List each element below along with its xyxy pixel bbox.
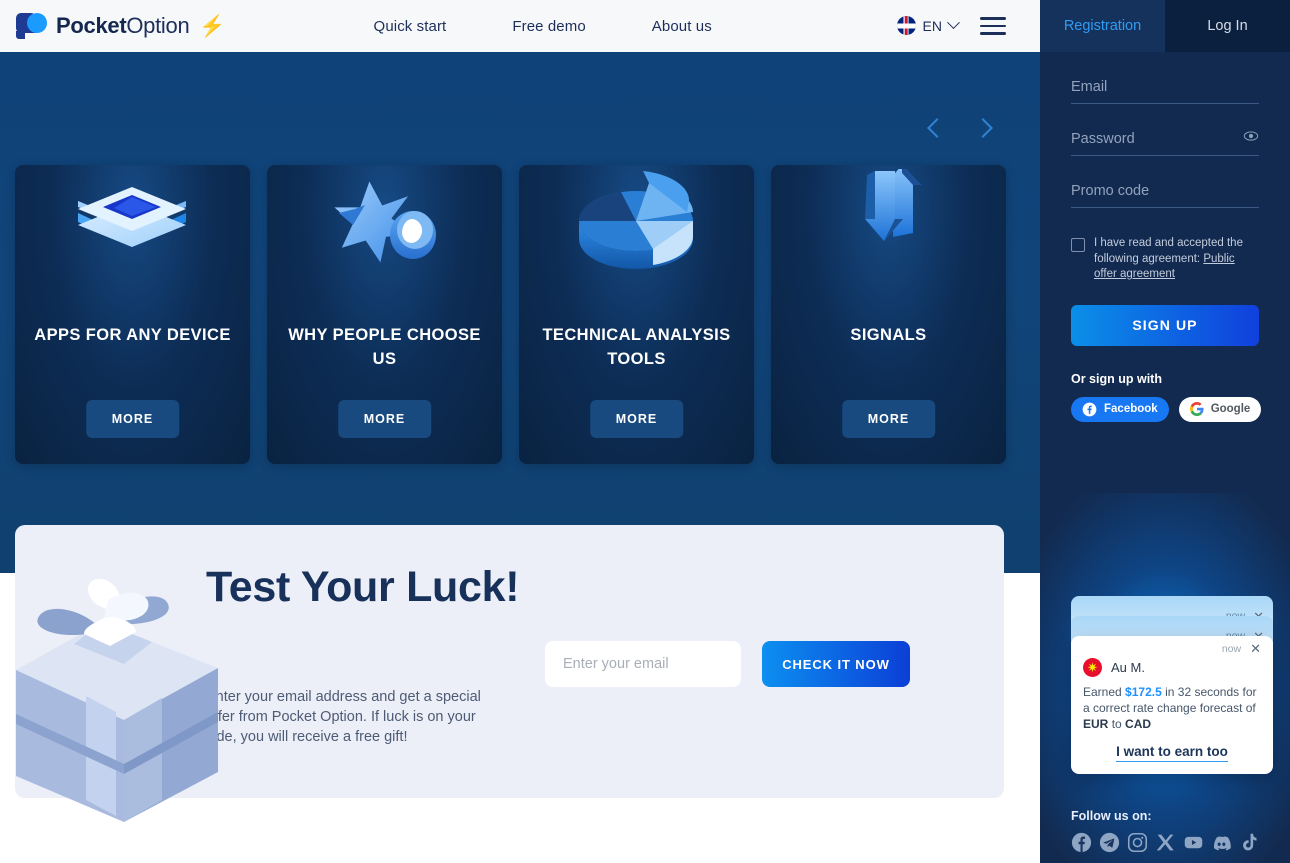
agreement-text: I have read and accepted the following a… bbox=[1094, 236, 1259, 283]
feature-card[interactable]: APPS FOR ANY DEVICE MORE bbox=[15, 165, 250, 464]
feature-card[interactable]: WHY PEOPLE CHOOSE US MORE bbox=[267, 165, 502, 464]
notification-time: now bbox=[1221, 642, 1242, 655]
gift-box-icon bbox=[16, 578, 218, 822]
brand-light-text: Option bbox=[126, 13, 190, 38]
facebook-signup-button[interactable]: Facebook bbox=[1071, 396, 1169, 422]
promo-description: Enter your email address and get a speci… bbox=[206, 689, 481, 745]
google-icon bbox=[1189, 402, 1204, 416]
page-root: PocketOption ⚡ Quick start Free demo Abo… bbox=[0, 0, 1290, 863]
social-auth-buttons: Facebook Google bbox=[1071, 396, 1262, 422]
password-field-wrapper bbox=[1071, 130, 1259, 156]
notification-currency-from: EUR bbox=[1083, 717, 1109, 731]
tab-registration[interactable]: Registration bbox=[1040, 0, 1165, 52]
star-badge-icon bbox=[334, 181, 436, 263]
hero-section: APPS FOR ANY DEVICE MORE WHY PEOPLE CHOO… bbox=[0, 52, 1040, 573]
facebook-icon bbox=[1082, 402, 1097, 416]
promo-email-input[interactable] bbox=[545, 641, 741, 687]
feature-cards: APPS FOR ANY DEVICE MORE WHY PEOPLE CHOO… bbox=[15, 165, 1006, 464]
card-title: TECHNICAL ANALYSIS TOOLS bbox=[542, 326, 731, 368]
kyrgyzstan-flag-icon bbox=[1083, 658, 1102, 677]
brand-logo[interactable]: PocketOption ⚡ bbox=[16, 12, 226, 40]
email-field-wrapper bbox=[1071, 78, 1259, 104]
pocket-option-logo-icon bbox=[16, 12, 47, 40]
instagram-icon[interactable] bbox=[1127, 832, 1148, 853]
follow-us-section: Follow us on: bbox=[1071, 809, 1281, 853]
nav-item-about-us[interactable]: About us bbox=[652, 18, 712, 35]
i-want-to-earn-too-link[interactable]: I want to earn too bbox=[1116, 744, 1228, 762]
carousel-controls bbox=[922, 114, 998, 142]
card-title: APPS FOR ANY DEVICE bbox=[34, 326, 231, 344]
up-down-arrows-icon bbox=[865, 169, 921, 241]
notification-header: now ✕ bbox=[1083, 642, 1261, 655]
chevron-down-icon bbox=[947, 16, 960, 30]
close-icon[interactable]: ✕ bbox=[1250, 642, 1261, 655]
card-more-button[interactable]: MORE bbox=[589, 400, 684, 438]
nav-item-quick-start[interactable]: Quick start bbox=[374, 18, 447, 35]
brand-bold-text: Pocket bbox=[56, 13, 127, 38]
language-selector[interactable]: EN bbox=[896, 16, 960, 36]
pie-chart-icon bbox=[578, 171, 693, 269]
promo-code-field-wrapper bbox=[1071, 182, 1259, 208]
email-input[interactable] bbox=[1071, 79, 1259, 104]
chevron-right-icon[interactable] bbox=[970, 114, 998, 142]
x-twitter-icon[interactable] bbox=[1155, 832, 1176, 853]
youtube-icon[interactable] bbox=[1183, 832, 1204, 853]
promo-code-input[interactable] bbox=[1071, 183, 1259, 208]
discord-icon[interactable] bbox=[1211, 832, 1232, 853]
site-header: PocketOption ⚡ Quick start Free demo Abo… bbox=[0, 0, 1040, 52]
card-title: SIGNALS bbox=[850, 326, 927, 344]
facebook-icon[interactable] bbox=[1071, 832, 1092, 853]
auth-tabs: Registration Log In bbox=[1040, 0, 1290, 52]
notification-to-word: to bbox=[1111, 717, 1122, 731]
brand-wordmark: PocketOption bbox=[56, 13, 190, 39]
main-navigation: Quick start Free demo About us bbox=[374, 18, 712, 35]
language-code: EN bbox=[922, 17, 942, 34]
notification-username: Au M. bbox=[1111, 660, 1145, 675]
app-stack-icon bbox=[78, 187, 186, 247]
main-content-area: PocketOption ⚡ Quick start Free demo Abo… bbox=[0, 0, 1040, 863]
google-label: Google bbox=[1210, 403, 1251, 415]
notification-card: now ✕ Au M. Earned $172.5 in 32 seconds … bbox=[1071, 636, 1273, 774]
or-sign-up-with-label: Or sign up with bbox=[1071, 371, 1162, 386]
agreement-row: I have read and accepted the following a… bbox=[1071, 236, 1259, 283]
lightning-bolt-icon: ⚡ bbox=[199, 14, 226, 38]
card-more-button[interactable]: MORE bbox=[85, 400, 180, 438]
telegram-icon[interactable] bbox=[1099, 832, 1120, 853]
notification-body: Earned $172.5 in 32 seconds for a correc… bbox=[1083, 684, 1261, 732]
notification-amount: $172.5 bbox=[1125, 685, 1162, 699]
eye-toggle-icon[interactable] bbox=[1243, 128, 1259, 144]
card-more-button[interactable]: MORE bbox=[841, 400, 936, 438]
hamburger-menu-icon[interactable] bbox=[980, 12, 1006, 39]
auth-side-panel: Registration Log In I have read and ac bbox=[1040, 0, 1290, 863]
registration-form: I have read and accepted the following a… bbox=[1040, 78, 1290, 422]
card-more-button[interactable]: MORE bbox=[337, 400, 432, 438]
card-title: WHY PEOPLE CHOOSE US bbox=[288, 326, 481, 368]
notification-currency-to: CAD bbox=[1125, 717, 1152, 731]
chevron-left-icon[interactable] bbox=[922, 114, 950, 142]
google-signup-button[interactable]: Google bbox=[1178, 396, 1262, 422]
notification-earned-prefix: Earned bbox=[1083, 685, 1122, 699]
notification-user-row: Au M. bbox=[1083, 658, 1261, 677]
check-it-now-button[interactable]: CHECK IT NOW bbox=[762, 641, 910, 687]
header-right-controls: EN bbox=[896, 12, 1006, 39]
password-input[interactable] bbox=[1071, 131, 1259, 156]
tiktok-icon[interactable] bbox=[1239, 832, 1260, 853]
tab-login[interactable]: Log In bbox=[1165, 0, 1290, 52]
nav-item-free-demo[interactable]: Free demo bbox=[512, 18, 585, 35]
facebook-label: Facebook bbox=[1104, 403, 1158, 415]
feature-card[interactable]: TECHNICAL ANALYSIS TOOLS MORE bbox=[519, 165, 754, 464]
promo-title: Test Your Luck! bbox=[206, 563, 520, 611]
social-links bbox=[1071, 832, 1281, 853]
follow-us-label: Follow us on: bbox=[1071, 809, 1152, 823]
sign-up-button[interactable]: SIGN UP bbox=[1071, 304, 1259, 346]
feature-card[interactable]: SIGNALS MORE bbox=[771, 165, 1006, 464]
uk-flag-icon bbox=[896, 16, 916, 36]
agreement-checkbox[interactable] bbox=[1071, 238, 1085, 252]
